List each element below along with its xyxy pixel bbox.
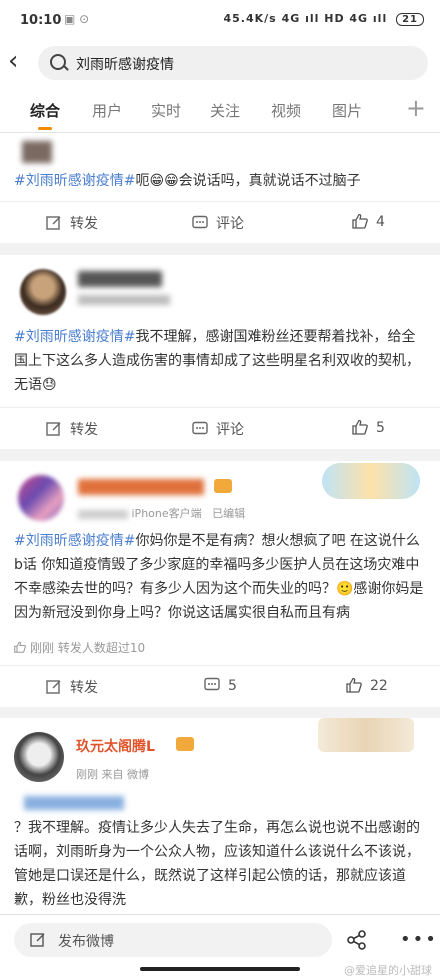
network-speed: 45.4K/s (223, 12, 277, 25)
post-text: #刘雨昕感谢疫情#呃😁😁会说话吗，真就说话不过脑子 (14, 173, 361, 189)
battery-icon: 21 (396, 13, 424, 26)
repost-icon (46, 216, 61, 230)
post-text: #刘雨昕感谢疫情#我不理解，感谢国难粉丝还要帮着找补，给全国上下这么多人造成伤害… (14, 329, 420, 393)
search-input[interactable]: 刘雨昕感谢疫情 (38, 46, 428, 80)
add-tab-icon[interactable]: + (406, 94, 426, 122)
comment-icon (204, 677, 220, 691)
home-indicator (140, 967, 300, 971)
comment-icon (192, 421, 208, 435)
more-icon[interactable]: ••• (400, 929, 438, 950)
repost-icon (46, 680, 61, 694)
post-meta: iPhone客户端 已编辑 (78, 505, 278, 521)
post-actions: 转发 评论 4 (0, 201, 440, 244)
hashtag-link[interactable]: #刘雨昕感谢疫情# (14, 533, 135, 549)
blurred-username (78, 271, 162, 287)
post-card[interactable]: 玖元太阁腾L 刚刚 来自 微博 ？我不理解。疫情让多少人失去了生命，再怎么说也说… (0, 718, 440, 914)
search-header: ‹ 刘雨昕感谢疫情 (0, 38, 440, 88)
post-text: #刘雨昕感谢疫情#你妈你是不是有病？想火想疯了吧 在这说什么b话 你知道疫情毁了… (14, 533, 424, 621)
thumbs-up-icon (346, 677, 362, 693)
search-icon (50, 54, 66, 70)
notification-icons: ▣ ⊙ (64, 12, 90, 26)
thumbs-up-icon (352, 419, 368, 435)
status-time: 10:10 (20, 13, 62, 28)
post-meta: 刚刚 来自 微博 (76, 768, 149, 781)
blurred-text (24, 796, 124, 810)
tab-comprehensive[interactable]: 综合 (30, 100, 60, 130)
thumbs-up-icon (14, 641, 26, 653)
post-actions: 转发 5 22 (0, 665, 440, 708)
search-tabs: 综合 用户 实时 关注 视频 图片 + (0, 88, 440, 133)
thumbs-up-icon (352, 213, 368, 229)
decor-sticker (322, 463, 420, 499)
share-icon[interactable] (346, 929, 368, 951)
repost-button[interactable]: 转发 (46, 677, 98, 697)
tab-pictures[interactable]: 图片 (332, 100, 362, 121)
repost-count-note: 刚刚 转发人数超过10 (14, 639, 145, 656)
search-query: 刘雨昕感谢疫情 (76, 57, 174, 73)
username[interactable]: 玖元太阁腾L (76, 736, 155, 756)
hashtag-link[interactable]: #刘雨昕感谢疫情# (14, 173, 135, 189)
tab-following[interactable]: 关注 (210, 100, 240, 121)
blurred-avatar (22, 141, 52, 163)
signal-icons: 4G ıll HD 4G ıll (281, 12, 388, 25)
avatar[interactable] (20, 269, 66, 315)
edit-icon (30, 933, 45, 947)
repost-icon (46, 422, 61, 436)
post-text: ？我不理解。疫情让多少人失去了生命，再怎么说也说不出感谢的话啊，刘雨昕身为一个公… (14, 820, 420, 908)
blurred-username (78, 479, 204, 495)
avatar[interactable] (18, 475, 64, 521)
tab-users[interactable]: 用户 (92, 100, 122, 121)
vip-badge-icon (214, 479, 232, 493)
comment-button[interactable]: 评论 (192, 213, 244, 233)
status-bar: 10:10 ▣ ⊙ 45.4K/s 4G ıll HD 4G ıll 21 (0, 0, 440, 38)
post-card[interactable]: iPhone客户端 已编辑 #刘雨昕感谢疫情#你妈你是不是有病？想火想疯了吧 在… (0, 461, 440, 707)
like-button[interactable]: 22 (346, 677, 388, 694)
compose-button[interactable]: 发布微博 (14, 923, 332, 957)
comment-icon (192, 215, 208, 229)
tab-video[interactable]: 视频 (271, 100, 301, 121)
like-button[interactable]: 4 (352, 213, 385, 230)
watermark: @爱追星的小甜球 (344, 964, 432, 977)
back-arrow-icon[interactable]: ‹ (8, 48, 32, 76)
comment-button[interactable]: 5 (204, 677, 237, 694)
avatar[interactable] (14, 732, 64, 782)
status-right: 45.4K/s 4G ıll HD 4G ıll 21 (223, 12, 424, 26)
tab-realtime[interactable]: 实时 (151, 100, 181, 121)
post-actions: 转发 评论 5 (0, 407, 440, 450)
comment-button[interactable]: 评论 (192, 419, 244, 439)
like-button[interactable]: 5 (352, 419, 385, 436)
blurred-meta (78, 295, 170, 305)
post-card[interactable]: #刘雨昕感谢疫情#我不理解，感谢国难粉丝还要帮着找补，给全国上下这么多人造成伤害… (0, 255, 440, 449)
hashtag-link[interactable]: #刘雨昕感谢疫情# (14, 329, 135, 345)
compose-label: 发布微博 (58, 934, 114, 950)
post-card[interactable]: #刘雨昕感谢疫情#呃😁😁会说话吗，真就说话不过脑子 转发 评论 4 (0, 133, 440, 243)
vip-badge-icon (176, 737, 194, 751)
repost-button[interactable]: 转发 (46, 419, 98, 439)
repost-button[interactable]: 转发 (46, 213, 98, 233)
decor-sticker (318, 718, 414, 752)
